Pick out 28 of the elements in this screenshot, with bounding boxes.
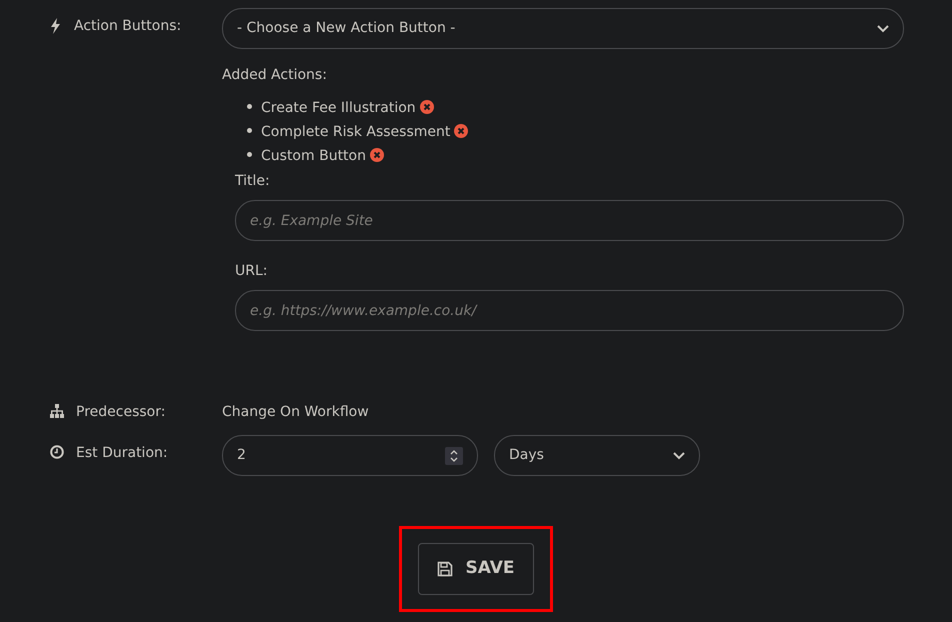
caret-icon xyxy=(673,452,685,460)
field-label: URL: xyxy=(235,262,268,281)
section-label: Added Actions: xyxy=(222,66,328,85)
sitemap-icon xyxy=(50,404,64,418)
field-label: Est Duration: xyxy=(76,444,168,463)
caret-icon xyxy=(877,24,889,32)
bullet-icon xyxy=(247,104,252,110)
field-label: Action Buttons: xyxy=(74,17,182,36)
unit-dropdown[interactable]: Days xyxy=(494,435,700,476)
number-input[interactable]: 2 xyxy=(222,435,478,476)
field-label: Predecessor: xyxy=(76,403,166,422)
remove-icon[interactable] xyxy=(370,148,384,162)
remove-icon[interactable] xyxy=(454,124,468,138)
predecessor-value: Change On Workflow xyxy=(222,403,370,422)
bullet-icon xyxy=(247,128,252,134)
save-button[interactable]: SAVE xyxy=(418,543,534,594)
action-name: Custom Button xyxy=(261,148,366,164)
select-dropdown[interactable]: - Choose a New Action Button - xyxy=(222,8,904,49)
field-label: Title: xyxy=(235,172,271,191)
action-name: Complete Risk Assessment xyxy=(261,124,450,140)
bolt-icon xyxy=(50,18,62,34)
action-name: Create Fee Illustration xyxy=(261,100,416,116)
text-input[interactable]: e.g. Example Site xyxy=(235,200,904,241)
text-input[interactable]: e.g. https://www.example.co.uk/ xyxy=(235,290,904,331)
clock-icon xyxy=(50,445,64,459)
bullet-icon xyxy=(247,152,252,158)
spinner-icon[interactable] xyxy=(445,446,463,464)
remove-icon[interactable] xyxy=(420,100,434,114)
